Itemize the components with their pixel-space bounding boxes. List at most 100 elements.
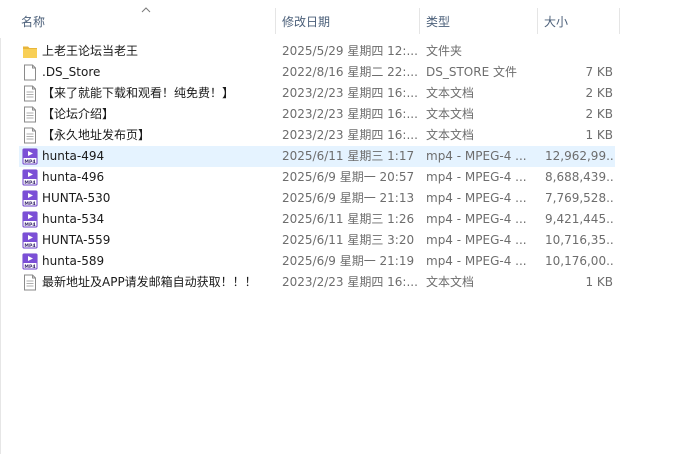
file-name-cell: 上老王论坛当老王	[22, 41, 272, 62]
file-name: hunta-589	[42, 254, 105, 268]
file-type: mp4 - MPEG-4 ...	[426, 212, 527, 226]
file-icon	[22, 64, 38, 81]
file-name-cell: 最新地址及APP请发邮箱自动获取！！！	[22, 272, 272, 293]
file-type: 文本文档	[426, 275, 475, 289]
file-name-cell: 【论坛介绍】	[22, 104, 272, 125]
file-type: mp4 - MPEG-4 ...	[426, 254, 527, 268]
file-size: 12,962,99...	[545, 149, 613, 163]
column-header-name[interactable]: 名称	[15, 0, 276, 38]
file-row[interactable]: MP4 hunta-494 2025/6/11 星期三 1:17 mp4 - MPEG…	[19, 146, 615, 167]
mp4-video-icon: MP4	[22, 253, 38, 270]
file-row[interactable]: MP4 hunta-589 2025/6/9 星期一 21:19 mp4 - MPEG…	[19, 251, 615, 272]
file-name-cell: MP4 hunta-496	[22, 167, 272, 188]
file-row[interactable]: 【论坛介绍】 2023/2/23 星期四 16:... 文本文档 2 KB	[19, 104, 615, 125]
column-header-size-label: 大小	[544, 15, 569, 29]
file-modified-date: 2025/6/11 星期三 1:26	[282, 212, 415, 226]
file-size	[545, 41, 613, 62]
file-row[interactable]: MP4 HUNTA-559 2025/6/11 星期三 3:20 mp4 - MPEG…	[19, 230, 615, 251]
text-document-icon	[22, 106, 38, 123]
text-document-icon	[22, 274, 38, 291]
file-name: HUNTA-559	[42, 233, 111, 247]
file-size: 10,716,35...	[545, 233, 613, 247]
file-name-cell: .DS_Store	[22, 62, 272, 83]
file-modified-date: 2025/6/9 星期一 21:19	[282, 254, 415, 268]
column-header-size[interactable]: 大小	[538, 0, 620, 38]
file-row[interactable]: 最新地址及APP请发邮箱自动获取！！！ 2023/2/23 星期四 16:... 文…	[19, 272, 615, 293]
file-size: 10,176,00...	[545, 254, 613, 268]
file-size: 7,769,528...	[545, 191, 613, 205]
folder-icon	[22, 43, 38, 60]
file-size: 1 KB	[585, 128, 613, 142]
file-name: 上老王论坛当老王	[42, 44, 139, 58]
svg-text:MP4: MP4	[24, 180, 35, 186]
file-size: 2 KB	[585, 107, 613, 121]
file-row[interactable]: MP4 HUNTA-530 2025/6/9 星期一 21:13 mp4 - MPEG…	[19, 188, 615, 209]
text-document-icon	[22, 85, 38, 102]
file-name: 最新地址及APP请发邮箱自动获取！！！	[42, 275, 257, 289]
file-row[interactable]: 【永久地址发布页】 2023/2/23 星期四 16:... 文本文档 1 KB	[19, 125, 615, 146]
mp4-video-icon: MP4	[22, 148, 38, 165]
file-type: DS_STORE 文件	[426, 65, 517, 79]
svg-text:MP4: MP4	[24, 222, 35, 228]
file-type: 文件夹	[426, 44, 463, 58]
mp4-video-icon: MP4	[22, 190, 38, 207]
file-name: hunta-534	[42, 212, 105, 226]
svg-text:MP4: MP4	[24, 201, 35, 207]
file-row[interactable]: .DS_Store 2022/8/16 星期二 22:... DS_STORE 文件…	[19, 62, 615, 83]
file-name: hunta-496	[42, 170, 105, 184]
text-document-icon	[22, 127, 38, 144]
file-type: mp4 - MPEG-4 ...	[426, 149, 527, 163]
file-row[interactable]: MP4 hunta-534 2025/6/11 星期三 1:26 mp4 - MPEG…	[19, 209, 615, 230]
file-row[interactable]: 上老王论坛当老王 2025/5/29 星期四 12:... 文件夹	[19, 41, 615, 62]
file-name: 【论坛介绍】	[42, 107, 115, 121]
column-header-name-label: 名称	[21, 15, 46, 29]
file-name: 【永久地址发布页】	[42, 128, 151, 142]
file-name: hunta-494	[42, 149, 105, 163]
file-type: mp4 - MPEG-4 ...	[426, 233, 527, 247]
mp4-video-icon: MP4	[22, 169, 38, 186]
file-size: 9,421,445...	[545, 212, 613, 226]
file-size: 8,688,439...	[545, 170, 613, 184]
column-header-type[interactable]: 类型	[420, 0, 538, 38]
file-type: 文本文档	[426, 107, 475, 121]
column-header-bar: 名称 修改日期 类型 大小	[0, 0, 691, 38]
file-modified-date: 2023/2/23 星期四 16:...	[282, 128, 418, 142]
file-modified-date: 2025/6/11 星期三 1:17	[282, 149, 415, 163]
file-modified-date: 2025/6/9 星期一 20:57	[282, 170, 415, 184]
file-modified-date: 2025/6/11 星期三 3:20	[282, 233, 415, 247]
file-type: mp4 - MPEG-4 ...	[426, 191, 527, 205]
file-modified-date: 2022/8/16 星期二 22:...	[282, 65, 418, 79]
column-header-type-label: 类型	[426, 15, 451, 29]
file-row[interactable]: 【来了就能下载和观看！纯免费！】 2023/2/23 星期四 16:... 文本文档…	[19, 83, 615, 104]
file-name-cell: MP4 hunta-589	[22, 251, 272, 272]
file-type: mp4 - MPEG-4 ...	[426, 170, 527, 184]
file-type: 文本文档	[426, 86, 475, 100]
file-size: 7 KB	[585, 65, 613, 79]
file-size: 2 KB	[585, 86, 613, 100]
column-header-date-label: 修改日期	[282, 15, 331, 29]
file-name-cell: 【来了就能下载和观看！纯免费！】	[22, 83, 272, 104]
column-resize-handle[interactable]	[619, 8, 620, 34]
file-name: 【来了就能下载和观看！纯免费！】	[42, 86, 235, 100]
file-name-cell: MP4 hunta-534	[22, 209, 272, 230]
file-name: .DS_Store	[42, 65, 101, 79]
svg-text:MP4: MP4	[24, 264, 35, 270]
mp4-video-icon: MP4	[22, 211, 38, 228]
file-modified-date: 2023/2/23 星期四 16:...	[282, 86, 418, 100]
file-modified-date: 2023/2/23 星期四 16:...	[282, 107, 418, 121]
svg-text:MP4: MP4	[24, 243, 35, 249]
file-modified-date: 2025/6/9 星期一 21:13	[282, 191, 415, 205]
mp4-video-icon: MP4	[22, 232, 38, 249]
file-modified-date: 2023/2/23 星期四 16:...	[282, 275, 418, 289]
file-explorer-window: 名称 修改日期 类型 大小 上老王论坛当老王 2025/5/29 星期四 12:.…	[0, 0, 691, 454]
file-name: HUNTA-530	[42, 191, 111, 205]
file-type: 文本文档	[426, 128, 475, 142]
file-name-cell: 【永久地址发布页】	[22, 125, 272, 146]
file-name-cell: MP4 hunta-494	[22, 146, 272, 167]
file-name-cell: MP4 HUNTA-559	[22, 230, 272, 251]
file-row[interactable]: MP4 hunta-496 2025/6/9 星期一 20:57 mp4 - MPEG…	[19, 167, 615, 188]
column-header-date[interactable]: 修改日期	[276, 0, 420, 38]
file-size: 1 KB	[585, 275, 613, 289]
file-name-cell: MP4 HUNTA-530	[22, 188, 272, 209]
svg-text:MP4: MP4	[24, 159, 35, 165]
